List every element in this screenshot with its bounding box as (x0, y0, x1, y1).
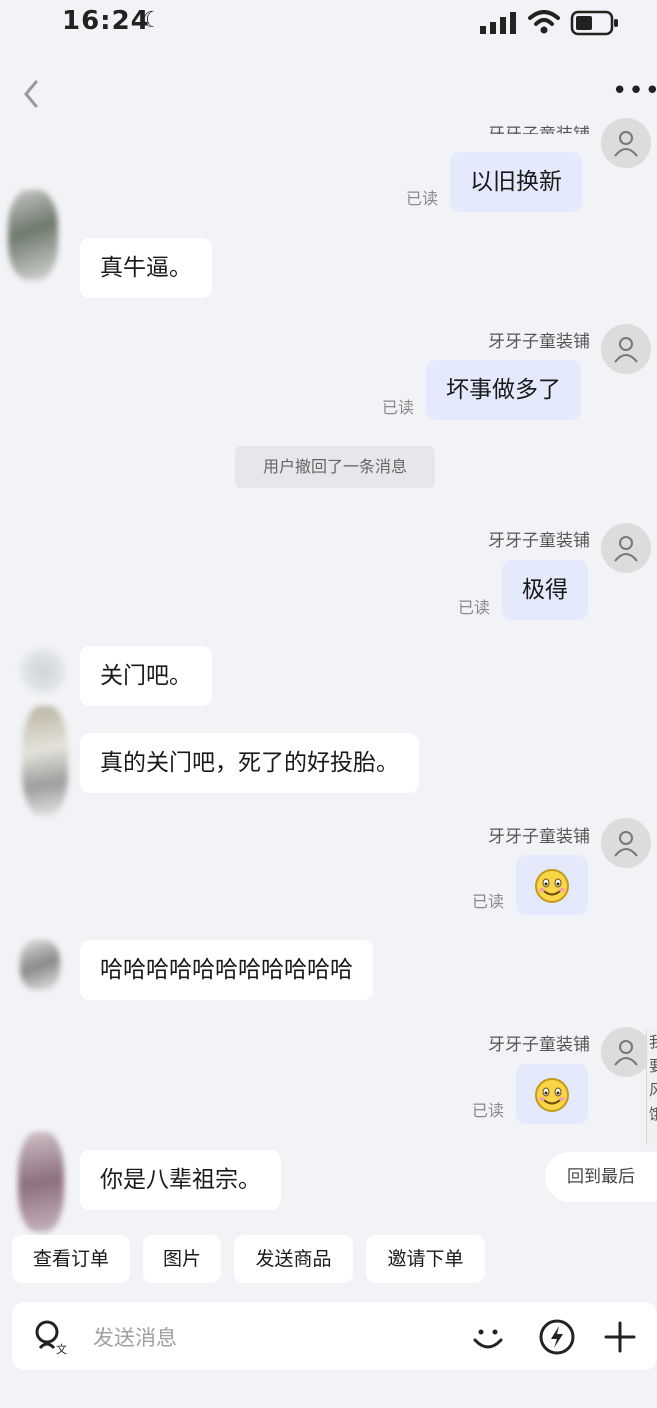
avatar[interactable] (8, 190, 58, 280)
sender-name: 牙牙子童装铺 (488, 827, 590, 847)
edge-char: 风 (649, 1078, 657, 1102)
message-bubble[interactable]: 真的关门吧，死了的好投胎。 (80, 733, 419, 793)
read-status: 已读 (472, 1101, 505, 1120)
user-icon (614, 337, 638, 363)
chat-area[interactable]: 牙牙子童装铺 已读 以旧换新 真牛逼。 牙牙子童装铺 已读 坏事做多了 用户撤回… (0, 0, 657, 1408)
edge-char: 我 (649, 1030, 657, 1054)
invite-order-chip[interactable]: 邀请下单 (366, 1235, 485, 1283)
edge-popup: 我 要 风 饿 (646, 1030, 657, 1145)
user-icon (614, 1040, 638, 1066)
read-status: 已读 (382, 398, 415, 417)
emoji-icon[interactable] (470, 1320, 506, 1356)
avatar[interactable] (22, 706, 68, 816)
smile-emoji-icon (535, 869, 569, 903)
sender-name: 牙牙子童装铺 (488, 1035, 590, 1055)
avatar[interactable] (20, 940, 60, 990)
lightning-icon[interactable] (538, 1318, 576, 1356)
edge-char: 要 (649, 1054, 657, 1078)
send-product-chip[interactable]: 发送商品 (234, 1235, 353, 1283)
sender-name: 牙牙子童装铺 (488, 332, 590, 352)
avatar[interactable] (601, 523, 651, 573)
svg-text:文: 文 (56, 1342, 67, 1356)
message-bubble[interactable]: 以旧换新 (450, 152, 582, 212)
smile-emoji-icon (535, 1078, 569, 1112)
message-bubble[interactable]: 你是八辈祖宗。 (80, 1150, 281, 1210)
message-bubble[interactable] (516, 1064, 588, 1124)
avatar[interactable] (601, 324, 651, 374)
read-status: 已读 (458, 598, 491, 617)
message-bubble[interactable]: 哈哈哈哈哈哈哈哈哈哈哈 (80, 940, 373, 1000)
user-icon (614, 831, 638, 857)
voice-translate-icon[interactable]: 文 (32, 1318, 70, 1356)
view-order-chip[interactable]: 查看订单 (12, 1235, 130, 1283)
user-icon (614, 131, 638, 157)
avatar[interactable] (601, 818, 651, 868)
recall-notice: 用户撤回了一条消息 (235, 446, 435, 488)
message-bubble[interactable]: 极得 (502, 560, 588, 620)
edge-char: 饿 (649, 1102, 657, 1126)
message-input[interactable]: 发送消息 (93, 1322, 177, 1352)
read-status: 已读 (472, 892, 505, 911)
avatar[interactable] (20, 648, 66, 694)
back-to-latest-button[interactable]: 回到最后 (545, 1152, 657, 1202)
read-status: 已读 (406, 189, 439, 208)
message-bubble[interactable]: 关门吧。 (80, 646, 212, 706)
message-bubble[interactable]: 真牛逼。 (80, 238, 212, 298)
message-bubble[interactable]: 坏事做多了 (426, 360, 581, 420)
avatar[interactable] (601, 1027, 651, 1077)
avatar[interactable] (601, 118, 651, 168)
sender-name: 牙牙子童装铺 (390, 120, 590, 134)
image-chip[interactable]: 图片 (143, 1235, 221, 1283)
sender-name: 牙牙子童装铺 (488, 531, 590, 551)
message-bubble[interactable] (516, 855, 588, 915)
plus-icon[interactable] (603, 1320, 637, 1354)
user-icon (614, 536, 638, 562)
avatar[interactable] (18, 1132, 64, 1232)
